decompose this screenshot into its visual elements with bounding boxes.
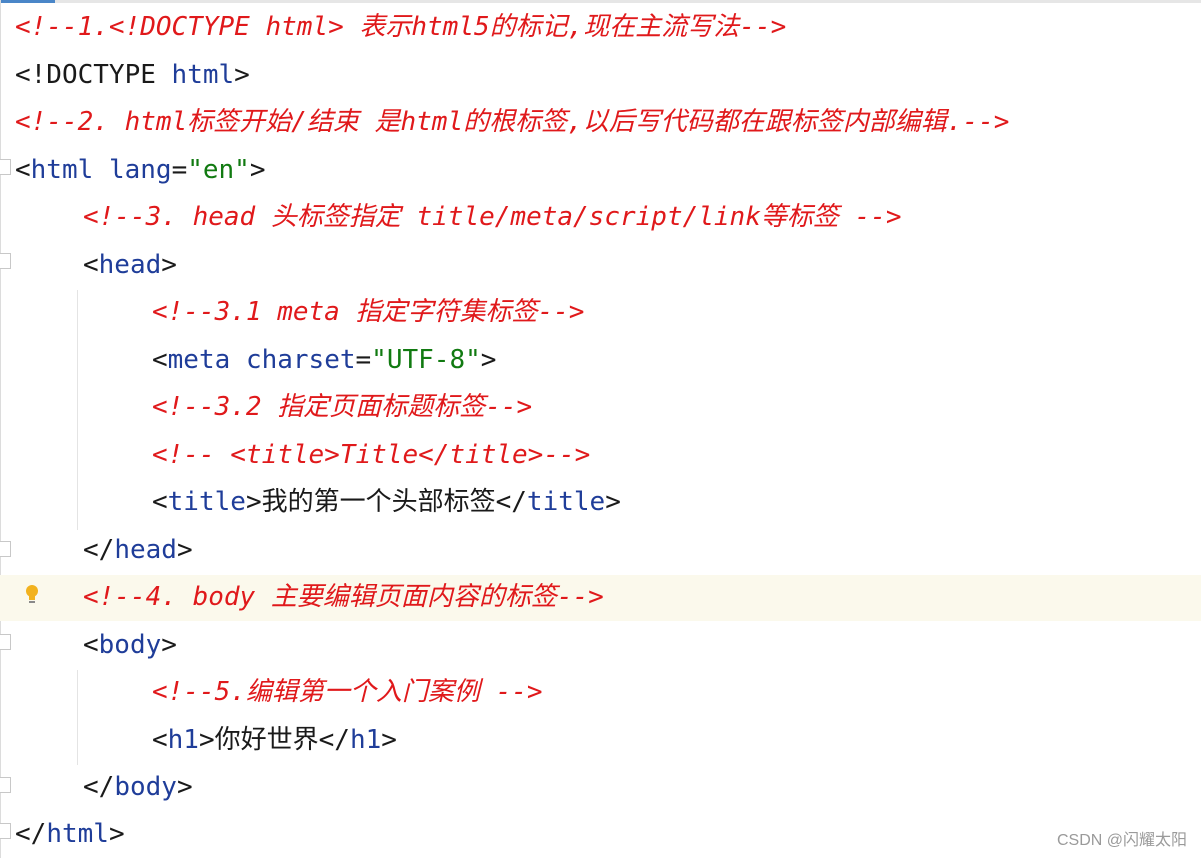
attribute-name: lang xyxy=(108,155,172,185)
equals: = xyxy=(355,345,372,375)
code-line: <h1>你好世界</h1> xyxy=(0,717,397,764)
comment: <!--3.2 指定页面标题标签--> xyxy=(152,392,533,422)
tag-name: html xyxy=(30,155,94,185)
tag-name: title xyxy=(526,487,606,517)
comment: <!--3.1 meta 指定字符集标签--> xyxy=(152,297,585,327)
code-line: <title>我的第一个头部标签</title> xyxy=(0,479,621,526)
bracket: > xyxy=(605,487,621,517)
watermark: CSDN @闪耀太阳 xyxy=(1056,832,1187,849)
bracket: > xyxy=(176,535,193,565)
bracket: </ xyxy=(318,725,350,755)
tag-name: title xyxy=(167,487,246,517)
attribute-name: charset xyxy=(245,345,356,375)
tag-name: meta xyxy=(167,345,231,375)
bracket: </ xyxy=(83,772,115,802)
editor-tab-strip xyxy=(0,0,1201,3)
bracket: > xyxy=(245,487,262,517)
bracket: > xyxy=(381,725,397,755)
bracket: > xyxy=(198,725,215,755)
bracket: < xyxy=(83,630,99,660)
bracket: </ xyxy=(83,535,115,565)
bracket: < xyxy=(152,345,168,375)
code-line: <!--1.<!DOCTYPE html> 表示html5的标记,现在主流写法-… xyxy=(0,4,786,51)
tag-name: head xyxy=(98,250,162,280)
tag-name: html xyxy=(46,819,109,849)
bracket: < xyxy=(152,487,168,517)
tag-name: head xyxy=(114,535,177,565)
bracket: < xyxy=(15,155,31,185)
doctype-keyword: <!DOCTYPE xyxy=(15,60,156,90)
bracket: > xyxy=(161,630,177,660)
code-line: <!--3. head 头标签指定 title/meta/script/link… xyxy=(0,194,901,241)
code-line: <!--4. body 主要编辑页面内容的标签--> xyxy=(0,574,604,621)
code-line: <!--3.2 指定页面标题标签--> xyxy=(0,384,532,431)
code-editor[interactable]: <!--1.<!DOCTYPE html> 表示html5的标记,现在主流写法-… xyxy=(0,0,1201,858)
comment: <!--1.<!DOCTYPE html> 表示html5的标记,现在主流写法-… xyxy=(15,12,787,42)
comment: <!--3. head 头标签指定 title/meta/script/link… xyxy=(83,202,902,232)
code-line: <body> xyxy=(0,622,177,669)
tag-name: h1 xyxy=(167,725,199,755)
code-line: </html> xyxy=(0,811,125,858)
code-line: </head> xyxy=(0,527,193,574)
comment: <!-- <title>Title</title>--> xyxy=(152,440,591,470)
code-line: <meta charset="UTF-8"> xyxy=(0,337,496,384)
code-line: <html lang="en"> xyxy=(0,147,266,194)
bracket: </ xyxy=(495,487,527,517)
comment: <!--4. body 主要编辑页面内容的标签--> xyxy=(83,582,604,612)
code-line: <!-- <title>Title</title>--> xyxy=(0,432,590,479)
doctype-name: html xyxy=(171,60,235,90)
bracket: > xyxy=(480,345,497,375)
bracket: > xyxy=(176,772,193,802)
bracket: > xyxy=(161,250,177,280)
code-line: <!DOCTYPE html> xyxy=(0,52,250,99)
code-line: <!--2. html标签开始/结束 是html的根标签,以后写代码都在跟标签内… xyxy=(0,99,1009,146)
attribute-value: "UTF-8" xyxy=(371,345,481,375)
bracket: </ xyxy=(15,819,47,849)
code-line: <!--5.编辑第一个入门案例 --> xyxy=(0,669,543,716)
code-line: </body> xyxy=(0,764,193,811)
tag-name: body xyxy=(114,772,177,802)
attribute-value: "en" xyxy=(187,155,250,185)
bracket: < xyxy=(83,250,99,280)
tag-name: h1 xyxy=(349,725,382,755)
active-tab-indicator[interactable] xyxy=(0,0,55,3)
bracket: > xyxy=(234,60,250,90)
code-line: <!--3.1 meta 指定字符集标签--> xyxy=(0,289,584,336)
comment: <!--2. html标签开始/结束 是html的根标签,以后写代码都在跟标签内… xyxy=(15,107,1010,137)
equals: = xyxy=(171,155,188,185)
comment: <!--5.编辑第一个入门案例 --> xyxy=(152,677,543,707)
bracket: < xyxy=(152,725,168,755)
tag-name: body xyxy=(98,630,162,660)
text-content: 我的第一个头部标签 xyxy=(261,487,496,517)
bracket: > xyxy=(108,819,125,849)
bracket: > xyxy=(249,155,266,185)
code-line: <head> xyxy=(0,242,177,289)
text-content: 你好世界 xyxy=(214,725,319,755)
